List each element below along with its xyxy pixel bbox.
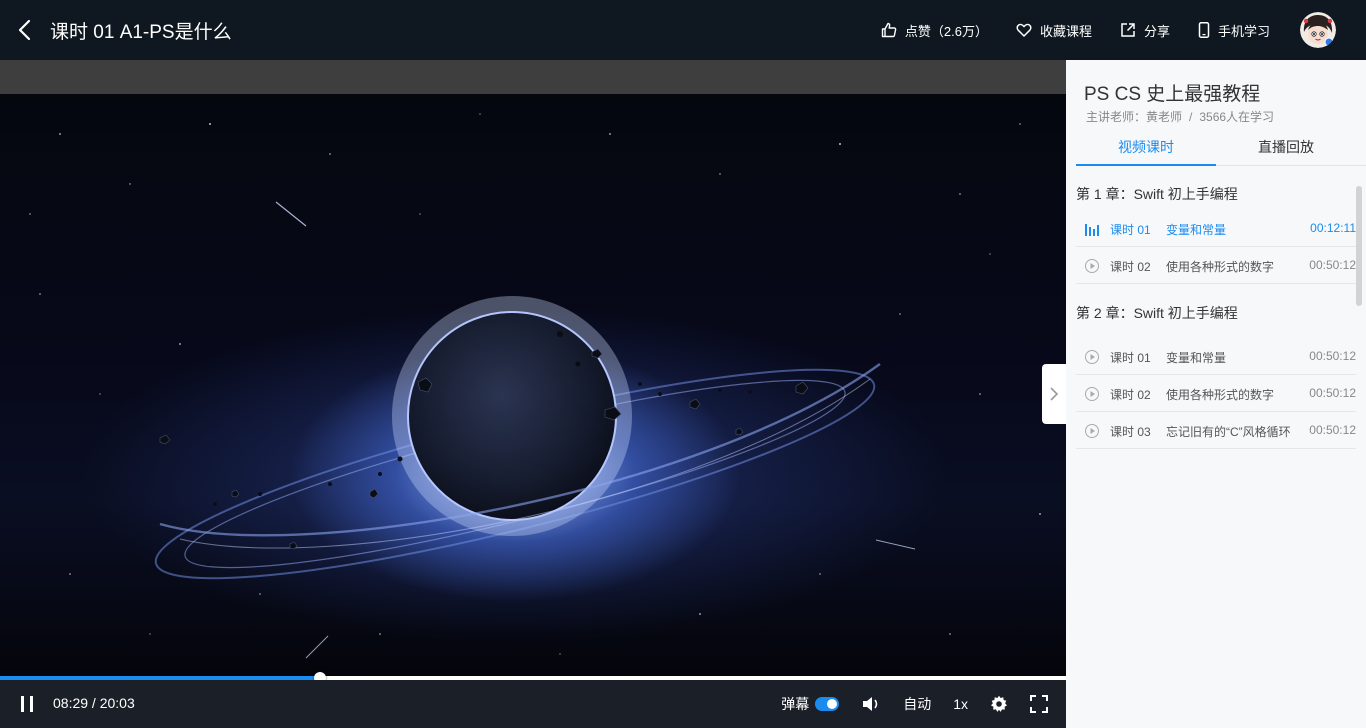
list-item[interactable]: 课时 01 变量和常量 00:12:11 bbox=[1076, 210, 1356, 247]
tab-video-lessons[interactable]: 视频课时 bbox=[1076, 132, 1216, 166]
pause-icon bbox=[21, 696, 33, 712]
quality-button[interactable]: 自动 bbox=[903, 694, 931, 714]
pause-button[interactable] bbox=[18, 694, 36, 714]
lesson-name: 变量和常量 bbox=[1166, 223, 1227, 237]
mobile-icon bbox=[1198, 22, 1210, 38]
volume-icon bbox=[863, 697, 878, 711]
list-item[interactable]: 课时 02 使用各种形式的数字 00:50:12 bbox=[1076, 247, 1356, 284]
video-frame[interactable] bbox=[0, 94, 1066, 676]
fullscreen-button[interactable] bbox=[1030, 695, 1048, 713]
speed-button[interactable]: 1x bbox=[953, 696, 968, 712]
course-sidebar: PS CS 史上最强教程 主讲老师：黄老师 / 3566人在学习 视频课时 直播回放… bbox=[1066, 60, 1366, 728]
top-bar: 课时 01 A1-PS是什么 点赞（2.6万） 收藏课程 分享 手机学习 bbox=[0, 0, 1366, 60]
back-arrow-icon[interactable] bbox=[14, 18, 38, 42]
top-actions: 点赞（2.6万） 收藏课程 分享 手机学习 bbox=[853, 0, 1270, 60]
letterbox-bar bbox=[0, 60, 1066, 94]
lesson-number: 课时 03 bbox=[1110, 425, 1151, 439]
heart-icon bbox=[1016, 23, 1032, 37]
lesson-duration: 00:50:12 bbox=[1309, 258, 1356, 272]
settings-button[interactable] bbox=[990, 695, 1008, 713]
lesson-duration: 00:50:12 bbox=[1309, 423, 1356, 437]
page-title: 课时 01 A1-PS是什么 bbox=[50, 22, 232, 43]
course-meta: 主讲老师：黄老师 / 3566人在学习 bbox=[1086, 108, 1274, 125]
lesson-duration: 00:50:12 bbox=[1309, 349, 1356, 363]
play-circle-icon bbox=[1084, 423, 1100, 439]
chevron-right-icon bbox=[1050, 387, 1059, 401]
total-duration: 20:03 bbox=[99, 695, 135, 711]
lesson-number: 课时 02 bbox=[1110, 388, 1151, 402]
learner-count: 3566人在学习 bbox=[1199, 110, 1275, 124]
favorite-course-button[interactable]: 收藏课程 bbox=[1016, 21, 1092, 40]
chapter-title: 第 2 章：Swift 初上手编程 bbox=[1076, 305, 1238, 321]
play-circle-icon bbox=[1084, 386, 1100, 402]
tab-live-replay[interactable]: 直播回放 bbox=[1216, 132, 1356, 165]
play-circle-icon bbox=[1084, 349, 1100, 365]
share-icon bbox=[1121, 23, 1135, 37]
favorite-label: 收藏课程 bbox=[1039, 23, 1092, 39]
list-item[interactable]: 课时 02 使用各种形式的数字 00:50:12 bbox=[1076, 375, 1356, 412]
share-label: 分享 bbox=[1143, 23, 1170, 39]
volume-button[interactable] bbox=[861, 695, 881, 713]
mobile-learning-button[interactable]: 手机学习 bbox=[1198, 21, 1270, 40]
sidebar-tabs: 视频课时 直播回放 bbox=[1076, 132, 1366, 166]
lesson-name: 忘记旧有的“C”风格循环 bbox=[1166, 425, 1291, 439]
danmaku-label: 弹幕 bbox=[781, 696, 810, 712]
play-circle-icon bbox=[1084, 258, 1100, 274]
lesson-number: 课时 02 bbox=[1110, 260, 1151, 274]
mobile-label: 手机学习 bbox=[1217, 23, 1270, 39]
chapter-title: 第 1 章：Swift 初上手编程 bbox=[1076, 186, 1238, 202]
thumbs-up-icon bbox=[881, 22, 897, 38]
lesson-list: 第 1 章：Swift 初上手编程 课时 01 变量和常量 00:12:11 课… bbox=[1066, 166, 1366, 728]
playing-bars-icon bbox=[1084, 221, 1100, 237]
time-separator: / bbox=[88, 695, 100, 711]
like-label: 点赞（2.6万） bbox=[904, 23, 988, 39]
gear-icon bbox=[991, 695, 1007, 712]
lesson-number: 课时 01 bbox=[1110, 223, 1151, 237]
like-button[interactable]: 点赞（2.6万） bbox=[881, 21, 988, 40]
meta-separator: / bbox=[1189, 110, 1193, 124]
current-time: 08:29 bbox=[53, 695, 89, 711]
danmaku-toggle[interactable]: 弹幕 bbox=[781, 694, 840, 714]
lesson-name: 使用各种形式的数字 bbox=[1166, 260, 1275, 274]
lesson-duration: 00:12:11 bbox=[1310, 221, 1356, 235]
lesson-duration: 00:50:12 bbox=[1309, 386, 1356, 400]
lesson-number: 课时 01 bbox=[1110, 351, 1151, 365]
avatar[interactable] bbox=[1300, 12, 1336, 48]
share-button[interactable]: 分享 bbox=[1120, 21, 1170, 40]
controls-right: 弹幕 自动 1x bbox=[759, 680, 1048, 728]
player-controls: 08:29 / 20:03 弹幕 自动 1x bbox=[0, 680, 1066, 728]
lesson-name: 变量和常量 bbox=[1166, 351, 1227, 365]
fullscreen-icon bbox=[1030, 695, 1048, 713]
time-display: 08:29 / 20:03 bbox=[53, 695, 135, 711]
list-item[interactable]: 课时 03 忘记旧有的“C”风格循环 00:50:12 bbox=[1076, 412, 1356, 449]
teacher-name: 主讲老师：黄老师 bbox=[1086, 110, 1183, 124]
video-player[interactable]: 08:29 / 20:03 弹幕 自动 1x bbox=[0, 60, 1066, 728]
lesson-name: 使用各种形式的数字 bbox=[1166, 388, 1275, 402]
course-title: PS CS 史上最强教程 bbox=[1084, 84, 1261, 105]
list-item[interactable]: 课时 01 变量和常量 00:50:12 bbox=[1076, 338, 1356, 375]
danmaku-switch[interactable] bbox=[815, 697, 840, 711]
sidebar-toggle-button[interactable] bbox=[1042, 364, 1066, 424]
lesson-list-scrollbar[interactable] bbox=[1356, 186, 1362, 306]
